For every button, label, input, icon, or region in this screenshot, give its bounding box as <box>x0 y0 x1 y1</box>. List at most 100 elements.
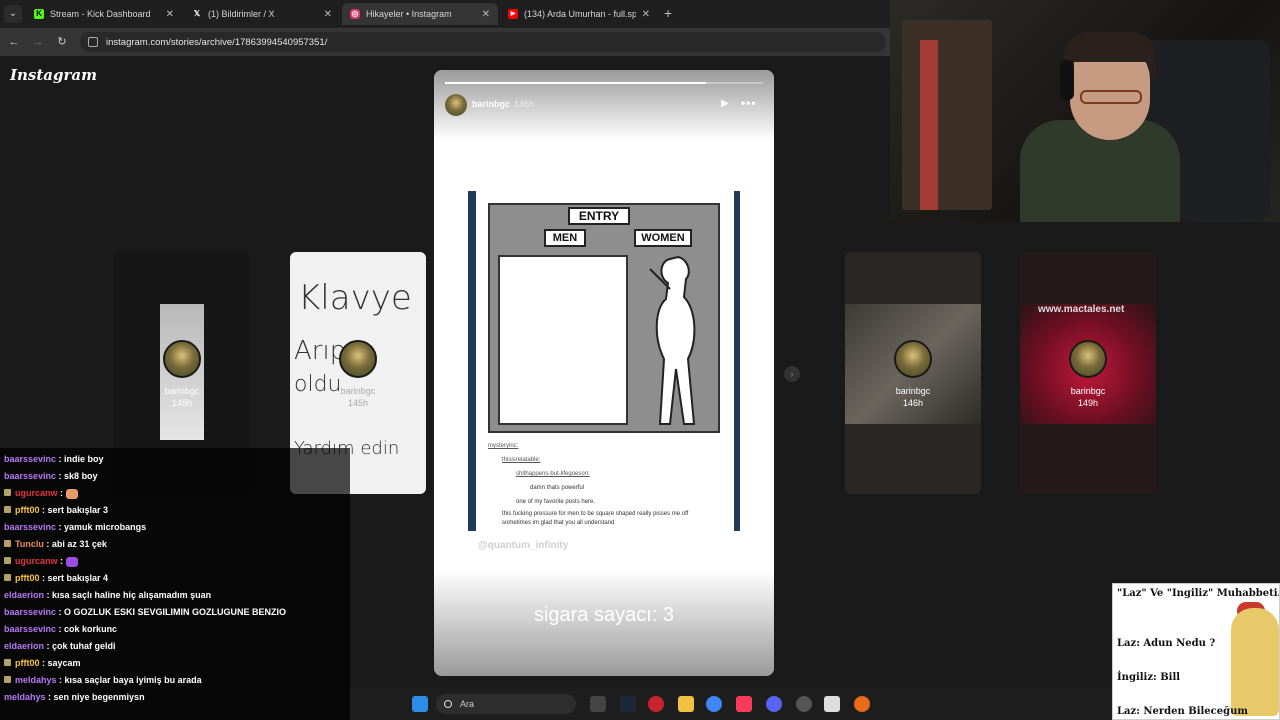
chat-username[interactable]: baarssevinc <box>4 624 56 634</box>
chat-username[interactable]: ugurcanw <box>15 488 58 498</box>
back-arrow-icon[interactable]: ← <box>6 34 22 50</box>
chat-separator: : <box>43 539 52 549</box>
steam-icon[interactable] <box>620 696 636 712</box>
story-viewer[interactable]: ENTRY MEN WOMEN mysteryinc: thisisrelata… <box>434 70 774 676</box>
tab-close-icon[interactable]: ✕ <box>166 9 174 20</box>
tab-close-icon[interactable]: ✕ <box>324 9 332 20</box>
chat-username[interactable]: eldaerion <box>4 641 44 651</box>
chat-text: sen niye begenmiysn <box>53 692 145 702</box>
chat-badge-icon <box>4 574 11 581</box>
chat-username[interactable]: baarssevinc <box>4 522 56 532</box>
chat-message: baarssevinc : cok korkunc <box>4 624 117 634</box>
taskbar-search[interactable]: Ara <box>436 694 576 714</box>
chat-text: sk8 boy <box>64 471 98 481</box>
chat-separator: : <box>39 505 48 515</box>
meme-overlay: "Laz" Ve "Ingiliz" Muhabbeti.. Laz: Adun… <box>1112 583 1280 720</box>
next-story-chevron-icon[interactable]: › <box>784 366 800 382</box>
tab-close-icon[interactable]: ✕ <box>482 9 490 20</box>
chat-message: meldahys : sen niye begenmiysn <box>4 692 145 702</box>
play-icon[interactable]: ▶ <box>721 98 729 109</box>
story-time: 145h <box>347 398 369 408</box>
comic-panel: ENTRY MEN WOMEN <box>488 203 720 433</box>
meme-line: Laz: Adun Nedu ? <box>1117 638 1216 649</box>
chat-username[interactable]: baarssevinc <box>4 454 56 464</box>
search-icon <box>444 700 452 708</box>
tumblr-text: damn thats powerful <box>530 485 585 491</box>
story-progress-bar <box>445 82 763 84</box>
stream-chat-overlay: baarssevinc : indie boy baarssevinc : sk8… <box>0 448 350 720</box>
webcam-glasses <box>1080 90 1142 104</box>
more-options-icon[interactable]: ••• <box>741 96 757 110</box>
windows-start-icon[interactable] <box>412 696 428 712</box>
story-username: barinbgc <box>164 386 200 396</box>
chat-text: kısa saçlar baya iyimiş bu arada <box>64 675 202 685</box>
music-icon[interactable] <box>736 696 752 712</box>
tab-close-icon[interactable]: ✕ <box>642 9 650 20</box>
instagram-logo[interactable]: Instagram <box>10 66 97 84</box>
app-icon[interactable] <box>648 696 664 712</box>
reload-icon[interactable]: ↻ <box>54 34 70 50</box>
tumblr-text: sometimes im glad that you all understan… <box>502 520 615 526</box>
new-tab-button[interactable]: + <box>664 5 672 21</box>
story-time: 145h <box>171 398 193 408</box>
chat-message: ugurcanw : <box>4 488 78 499</box>
chat-username[interactable]: baarssevinc <box>4 471 56 481</box>
chat-text: sert bakışlar 3 <box>47 505 109 515</box>
chat-username[interactable]: pfft00 <box>15 505 40 515</box>
tab-youtube[interactable]: ▶ (134) Arda Umurhan - full.spac ✕ <box>500 3 658 25</box>
tab-kick-dashboard[interactable]: K Stream - Kick Dashboard ✕ <box>26 3 182 25</box>
task-view-icon[interactable] <box>590 696 606 712</box>
chat-username[interactable]: pfft00 <box>15 573 40 583</box>
app-icon[interactable] <box>796 696 812 712</box>
tab-title: (134) Arda Umurhan - full.spac <box>524 9 636 19</box>
chat-badge-icon <box>4 489 11 496</box>
chat-message: baarssevinc : yamuk microbangs <box>4 522 146 532</box>
tumblr-text: shithappens-but-lifegoeson: <box>516 471 590 477</box>
avatar[interactable] <box>445 94 467 116</box>
meme-line: İngiliz: Bill <box>1117 672 1181 683</box>
chat-text: cok korkunc <box>64 624 118 634</box>
app-icon[interactable] <box>824 696 840 712</box>
story-username[interactable]: barinbgc <box>472 99 510 109</box>
forward-arrow-icon[interactable]: → <box>30 34 46 50</box>
webcam-headset <box>1060 60 1074 100</box>
chat-username[interactable]: baarssevinc <box>4 607 56 617</box>
chat-username[interactable]: pfft00 <box>15 658 40 668</box>
file-explorer-icon[interactable] <box>678 696 694 712</box>
chat-separator: : <box>57 556 66 566</box>
side-story-card[interactable]: www.mactales.net barinbgc 149h <box>1020 252 1156 494</box>
chat-message: meldahys : kısa saçlar baya iyimiş bu ar… <box>4 675 202 685</box>
kick-icon: K <box>34 9 44 19</box>
chat-username[interactable]: meldahys <box>4 692 46 702</box>
comic-women-sign: WOMEN <box>634 229 692 247</box>
chat-message: pfft00 : sert bakışlar 3 <box>4 505 108 515</box>
chat-message: baarssevinc : indie boy <box>4 454 104 464</box>
chat-username[interactable]: ugurcanw <box>15 556 58 566</box>
chat-message: baarssevinc : O GOZLUK ESKI SEVGILIMIN G… <box>4 607 286 617</box>
tab-x-notifications[interactable]: 𝕏 (1) Bildirimler / X ✕ <box>184 3 340 25</box>
side-story-card[interactable]: barinbgc 146h <box>845 252 981 494</box>
chat-message: eldaerion : çok tuhaf geldi <box>4 641 116 651</box>
chrome-icon[interactable] <box>706 696 722 712</box>
instagram-icon: ◎ <box>350 9 360 19</box>
tab-search-button[interactable]: ⌄ <box>4 5 22 23</box>
webcam-background-skateboard <box>920 40 938 210</box>
tab-instagram-stories[interactable]: ◎ Hikayeler • Instagram ✕ <box>342 3 498 25</box>
chat-username[interactable]: Tunclu <box>15 539 44 549</box>
webcam-person-hair <box>1064 32 1156 62</box>
chat-separator: : <box>56 624 65 634</box>
comic-woman-silhouette <box>649 255 696 425</box>
story-comic-image: ENTRY MEN WOMEN mysteryinc: thisisrelata… <box>468 191 740 531</box>
story-username: barinbgc <box>340 386 376 396</box>
site-info-icon[interactable] <box>88 37 98 47</box>
discord-icon[interactable] <box>766 696 782 712</box>
story-watermark: @quantum_infinity <box>478 540 569 551</box>
meme-line: Laz: Nerden Bileceğum <box>1117 706 1248 717</box>
app-icon[interactable] <box>854 696 870 712</box>
chat-username[interactable]: eldaerion <box>4 590 44 600</box>
comic-square-door <box>498 255 628 425</box>
address-bar-row: ← → ↻ instagram.com/stories/archive/1786… <box>0 28 890 56</box>
chat-username[interactable]: meldahys <box>15 675 57 685</box>
url-field[interactable]: instagram.com/stories/archive/1786399454… <box>80 32 886 52</box>
story-username: barinbgc <box>895 386 931 396</box>
